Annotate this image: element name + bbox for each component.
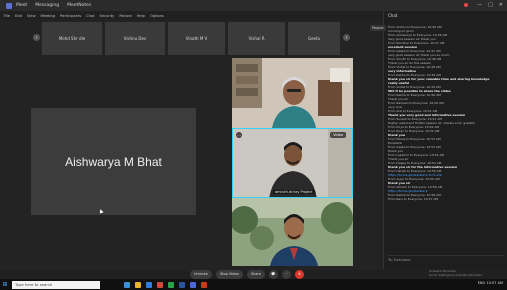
phone-hangup-icon: ✆ xyxy=(297,272,301,276)
window-controls: — □ ✕ xyxy=(477,2,503,8)
taskbar: ⊞ Type here to search ENG 10:57 AM xyxy=(0,279,507,290)
menu-meeting[interactable]: Meeting xyxy=(41,14,56,18)
powerpoint-icon[interactable] xyxy=(201,281,207,288)
video-badge[interactable]: Video xyxy=(330,132,346,138)
close-button[interactable]: ✕ xyxy=(499,2,503,8)
chat-panel: People Chat From Vishnu to Everyone: 10:… xyxy=(370,11,507,277)
chat-button[interactable]: 💬 xyxy=(268,269,278,279)
meeting-controls: Unmute Stop Video Share 💬 ⋯ ✆ xyxy=(190,269,304,279)
video-tile[interactable] xyxy=(232,58,353,128)
meeting-window: Meet Messaging MeetNotes — □ ✕ File Edit… xyxy=(0,0,507,290)
menu-file[interactable]: File xyxy=(4,14,10,18)
more-button[interactable]: ⋯ xyxy=(281,269,291,279)
menu-view[interactable]: View xyxy=(27,14,36,18)
chevron-right-icon: › xyxy=(345,34,348,41)
chat-icon: 💬 xyxy=(271,272,276,276)
strip-tile[interactable]: Vinoth M V xyxy=(168,22,225,55)
taskbar-search-input[interactable]: Type here to search xyxy=(12,280,100,289)
task-view-icon[interactable] xyxy=(124,281,130,288)
title-bar: Meet Messaging MeetNotes — □ ✕ xyxy=(0,0,507,11)
menu-help[interactable]: Help xyxy=(137,14,145,18)
titlebar-item-messaging[interactable]: Messaging xyxy=(35,3,59,8)
record-dot-icon xyxy=(464,3,468,7)
activation-watermark: Activate Windows Go to Settings to activ… xyxy=(429,269,483,277)
app-logo-icon xyxy=(6,2,12,9)
word-icon[interactable] xyxy=(179,281,185,288)
strip-tile[interactable]: Mohd Shr dle xyxy=(42,22,102,55)
share-button[interactable]: Share xyxy=(246,269,265,279)
chat-message-meta: From Ravi to Everyone: 10:57 AM xyxy=(388,197,439,201)
chrome-icon[interactable] xyxy=(168,281,174,288)
windows-start-icon[interactable]: ⊞ xyxy=(0,279,10,290)
strip-next-button[interactable]: › xyxy=(343,34,350,41)
titlebar-item-meet[interactable]: Meet xyxy=(16,3,27,8)
titlebar-item-notes[interactable]: MeetNotes xyxy=(67,3,91,8)
people-button[interactable]: People xyxy=(370,25,386,31)
participant-video-man-outdoor xyxy=(232,198,353,266)
edge-browser-icon[interactable] xyxy=(146,281,152,288)
user-indicator[interactable] xyxy=(464,3,471,7)
system-tray[interactable]: ENG 10:57 AM xyxy=(478,281,503,285)
menu-bar: File Edit View Meeting Participants Chat… xyxy=(0,11,383,20)
chat-input[interactable]: To: Everyone xyxy=(388,255,504,264)
participant-video-man xyxy=(233,129,352,197)
chat-header: Chat xyxy=(388,13,398,18)
menu-record[interactable]: Record xyxy=(119,14,131,18)
participant-video-woman xyxy=(232,58,353,128)
participant-name: Aishwarya M Bhat xyxy=(65,154,162,169)
more-icon: ⋯ xyxy=(237,132,241,138)
menu-options[interactable]: Options xyxy=(150,14,164,18)
minimize-button[interactable]: — xyxy=(477,2,482,8)
more-options-button[interactable]: ⋯ xyxy=(236,132,242,138)
strip-tile[interactable]: Vishnu Dev xyxy=(105,22,165,55)
menu-security[interactable]: Security xyxy=(100,14,115,18)
strip-tile[interactable]: Geeta xyxy=(288,22,340,55)
more-icon: ⋯ xyxy=(284,272,289,276)
strip-tile[interactable]: Vishal R xyxy=(228,22,285,55)
app-icon[interactable] xyxy=(157,281,163,288)
menu-participants[interactable]: Participants xyxy=(60,14,81,18)
video-tile[interactable] xyxy=(232,198,353,266)
video-label: amruth.dr/ray Project xyxy=(273,190,315,194)
menu-edit[interactable]: Edit xyxy=(15,14,22,18)
file-explorer-icon[interactable] xyxy=(135,281,141,288)
participant-name-tile[interactable]: Aishwarya M Bhat xyxy=(31,108,196,215)
unmute-button[interactable]: Unmute xyxy=(190,269,212,279)
stop-video-button[interactable]: Stop Video xyxy=(215,269,243,279)
video-tile-active[interactable]: ⋯ Video amruth.dr/ray Project xyxy=(232,128,353,198)
meeting-app-icon[interactable] xyxy=(190,281,196,288)
maximize-button[interactable]: □ xyxy=(488,2,493,8)
watermark-line-2: Go to Settings to activate Windows. xyxy=(429,273,483,277)
chat-message-list[interactable]: From Vishnu to Everyone: 10:46 AM morning… xyxy=(388,25,505,249)
menu-chat[interactable]: Chat xyxy=(86,14,94,18)
strip-prev-button[interactable]: ‹ xyxy=(33,34,40,41)
chevron-left-icon: ‹ xyxy=(35,34,38,41)
leave-button[interactable]: ✆ xyxy=(294,269,304,279)
